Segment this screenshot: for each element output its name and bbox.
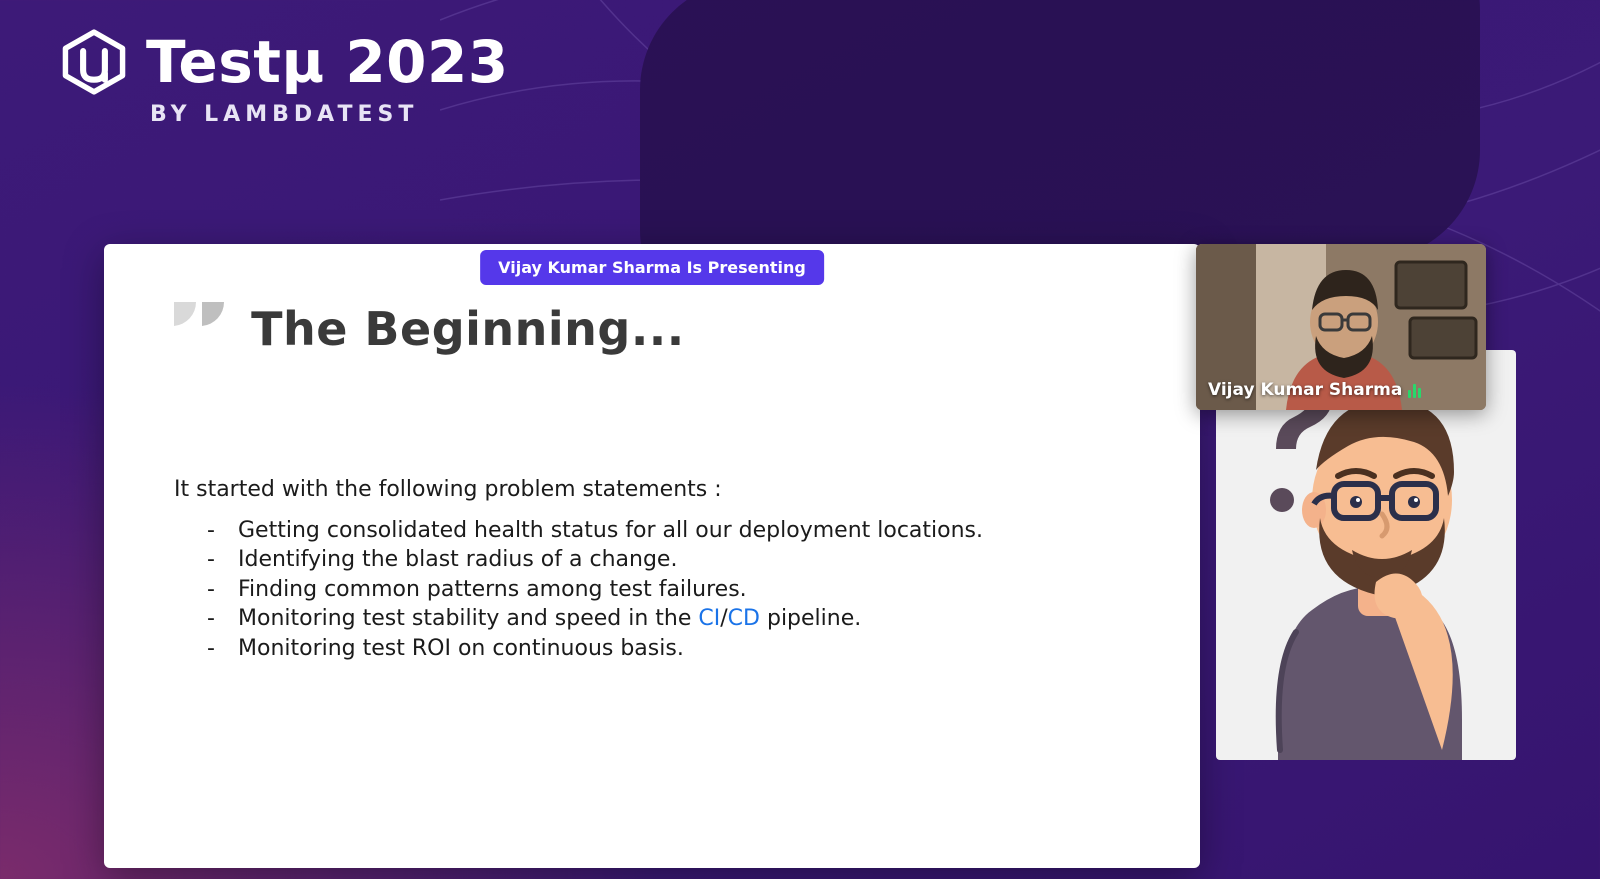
mic-active-icon [1408,382,1421,398]
quote-icon [174,302,226,348]
slide-body: It started with the following problem st… [174,476,1160,663]
bullet-text: Finding common patterns among test failu… [238,576,747,604]
bullet-text: Identifying the blast radius of a change… [238,546,677,574]
slide-intro: It started with the following problem st… [174,476,1160,504]
bullet-item: - Monitoring test stability and speed in… [174,604,1160,634]
slide-title: The Beginning... [251,302,685,356]
event-title: Testµ 2023 [146,28,509,96]
bullet-item: -Finding common patterns among test fail… [174,575,1160,605]
bullet-item: -Getting consolidated health status for … [174,516,1160,546]
cd-link[interactable]: CD [728,606,760,631]
presenting-badge: Vijay Kumar Sharma Is Presenting [480,250,824,285]
event-subtitle: BY LAMBDATEST [150,102,509,127]
presenter-video-tile[interactable]: Vijay Kumar Sharma [1196,244,1486,410]
bullet-text: Monitoring test ROI on continuous basis. [238,635,684,663]
testmu-logo-icon [60,28,128,96]
event-header: Testµ 2023 BY LAMBDATEST [60,28,509,127]
presenter-name-label: Vijay Kumar Sharma [1208,380,1421,400]
ci-link[interactable]: CI [698,606,720,631]
bullet-text: Getting consolidated health status for a… [238,517,983,545]
presentation-slide: Vijay Kumar Sharma Is Presenting The Beg… [104,244,1200,868]
thinking-man-illustration [1216,350,1516,760]
bullet-text: Monitoring test stability and speed in t… [238,605,861,633]
bullet-item: -Identifying the blast radius of a chang… [174,545,1160,575]
bullet-item: -Monitoring test ROI on continuous basis… [174,634,1160,664]
